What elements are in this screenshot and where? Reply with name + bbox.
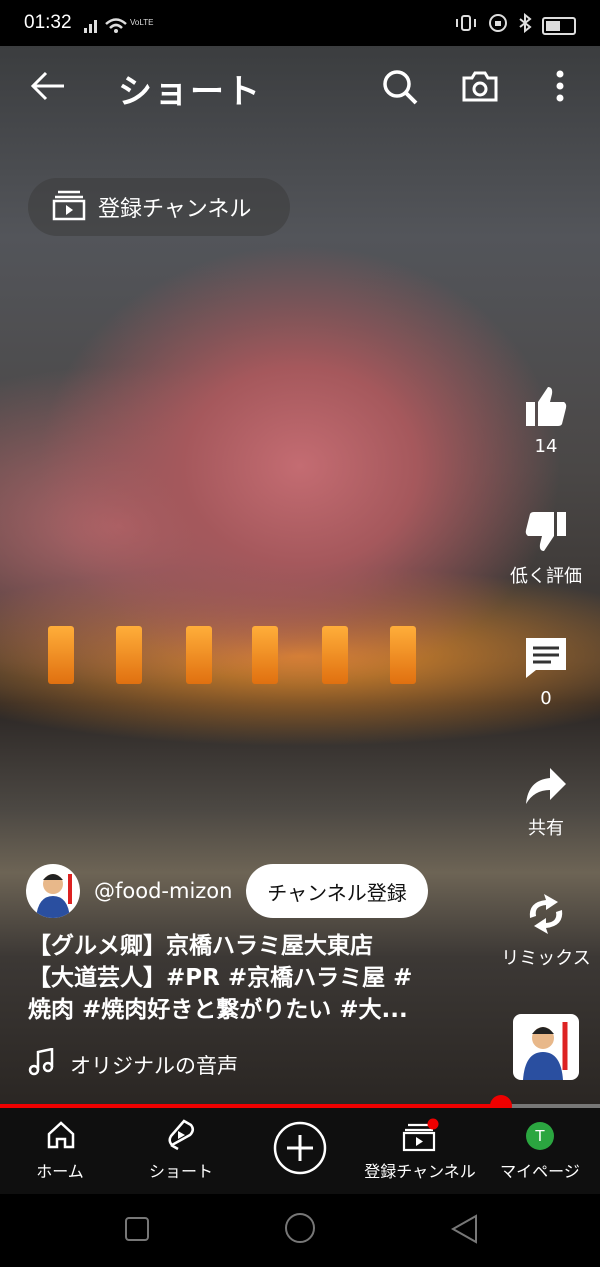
subscribe-button[interactable]: チャンネル登録	[246, 864, 428, 918]
nav-home[interactable]: ホーム	[20, 1108, 100, 1194]
vibrate-icon	[454, 14, 478, 37]
subscriptions-icon	[52, 189, 86, 225]
nav-subscriptions[interactable]: 登録チャンネル	[360, 1108, 480, 1194]
nav-mypage[interactable]: T マイページ	[494, 1108, 586, 1194]
nav-shorts[interactable]: ショート	[136, 1108, 226, 1194]
status-time: 01:32	[24, 12, 72, 33]
more-options-icon[interactable]	[548, 64, 572, 108]
nav-shorts-label: ショート	[148, 1162, 213, 1181]
video-description[interactable]: 【グルメ卿】京橋ハラミ屋大東店 【大道芸人】#PR #京橋ハラミ屋 # 焼肉 #…	[28, 930, 468, 1026]
subscriptions-pill[interactable]: 登録チャンネル	[28, 178, 290, 236]
back-triangle-icon[interactable]	[450, 1214, 478, 1248]
system-nav-bar	[0, 1194, 600, 1267]
status-right	[454, 12, 576, 38]
share-button[interactable]: 共有	[500, 766, 592, 840]
recents-icon[interactable]	[124, 1216, 150, 1246]
remix-label: リミックス	[501, 948, 591, 969]
page-title: ショート	[118, 72, 262, 112]
channel-handle[interactable]: @food-mizon	[94, 879, 232, 903]
nav-home-label: ホーム	[36, 1162, 84, 1181]
share-icon	[524, 768, 568, 810]
account-avatar: T	[526, 1122, 554, 1150]
description-line: 【大道芸人】#PR #京橋ハラミ屋 #	[28, 965, 413, 991]
description-line: 【グルメ卿】京橋ハラミ屋大東店	[28, 933, 373, 959]
home-circle-icon[interactable]	[284, 1212, 316, 1248]
status-bar: 01:32 VoLTE	[0, 0, 600, 46]
channel-avatar[interactable]	[26, 864, 80, 918]
thumbs-down-icon	[524, 512, 568, 558]
share-label: 共有	[528, 818, 564, 839]
create-plus-icon	[272, 1120, 328, 1180]
camera-icon[interactable]	[460, 64, 500, 108]
music-row[interactable]: オリジナルの音声	[28, 1047, 238, 1081]
nav-mypage-label: マイページ	[500, 1162, 580, 1181]
home-icon	[46, 1120, 76, 1154]
remix-icon	[522, 894, 570, 940]
description-line: 焼肉 #焼肉好きと繋がりたい #大...	[28, 997, 408, 1023]
audio-thumbnail[interactable]	[513, 1014, 579, 1080]
shorts-icon	[166, 1118, 196, 1156]
like-button[interactable]: 14	[500, 384, 592, 457]
remix-button[interactable]: リミックス	[500, 892, 592, 970]
thumbs-up-icon	[524, 387, 568, 432]
top-bar: ショート	[0, 46, 600, 126]
volte-label: VoLTE	[130, 18, 153, 27]
search-icon[interactable]	[380, 64, 420, 108]
nav-subscriptions-label: 登録チャンネル	[364, 1162, 476, 1181]
shorts-screen: 01:32 VoLTE ショート 登録チャンネル 14 低く評価 0 共有 リミ…	[0, 0, 600, 1267]
dislike-button[interactable]: 低く評価	[500, 510, 592, 588]
comments-button[interactable]: 0	[500, 636, 592, 709]
subscriptions-nav-icon	[402, 1118, 440, 1156]
dislike-label: 低く評価	[510, 566, 582, 587]
back-arrow-icon[interactable]	[28, 68, 68, 104]
channel-row[interactable]: @food-mizon	[26, 864, 232, 918]
subscriptions-pill-label: 登録チャンネル	[98, 197, 252, 222]
comment-icon	[524, 638, 568, 684]
signal-icon: VoLTE	[84, 16, 154, 39]
comment-count: 0	[540, 688, 552, 709]
bluetooth-icon	[518, 12, 532, 38]
create-button[interactable]	[270, 1108, 330, 1194]
alarm-icon	[488, 13, 508, 38]
like-count: 14	[534, 436, 558, 457]
bottom-nav: ホーム ショート 登録チャンネル T マイページ	[0, 1108, 600, 1194]
music-note-icon	[28, 1047, 54, 1081]
music-label: オリジナルの音声	[70, 1053, 238, 1078]
battery-icon	[542, 16, 576, 35]
